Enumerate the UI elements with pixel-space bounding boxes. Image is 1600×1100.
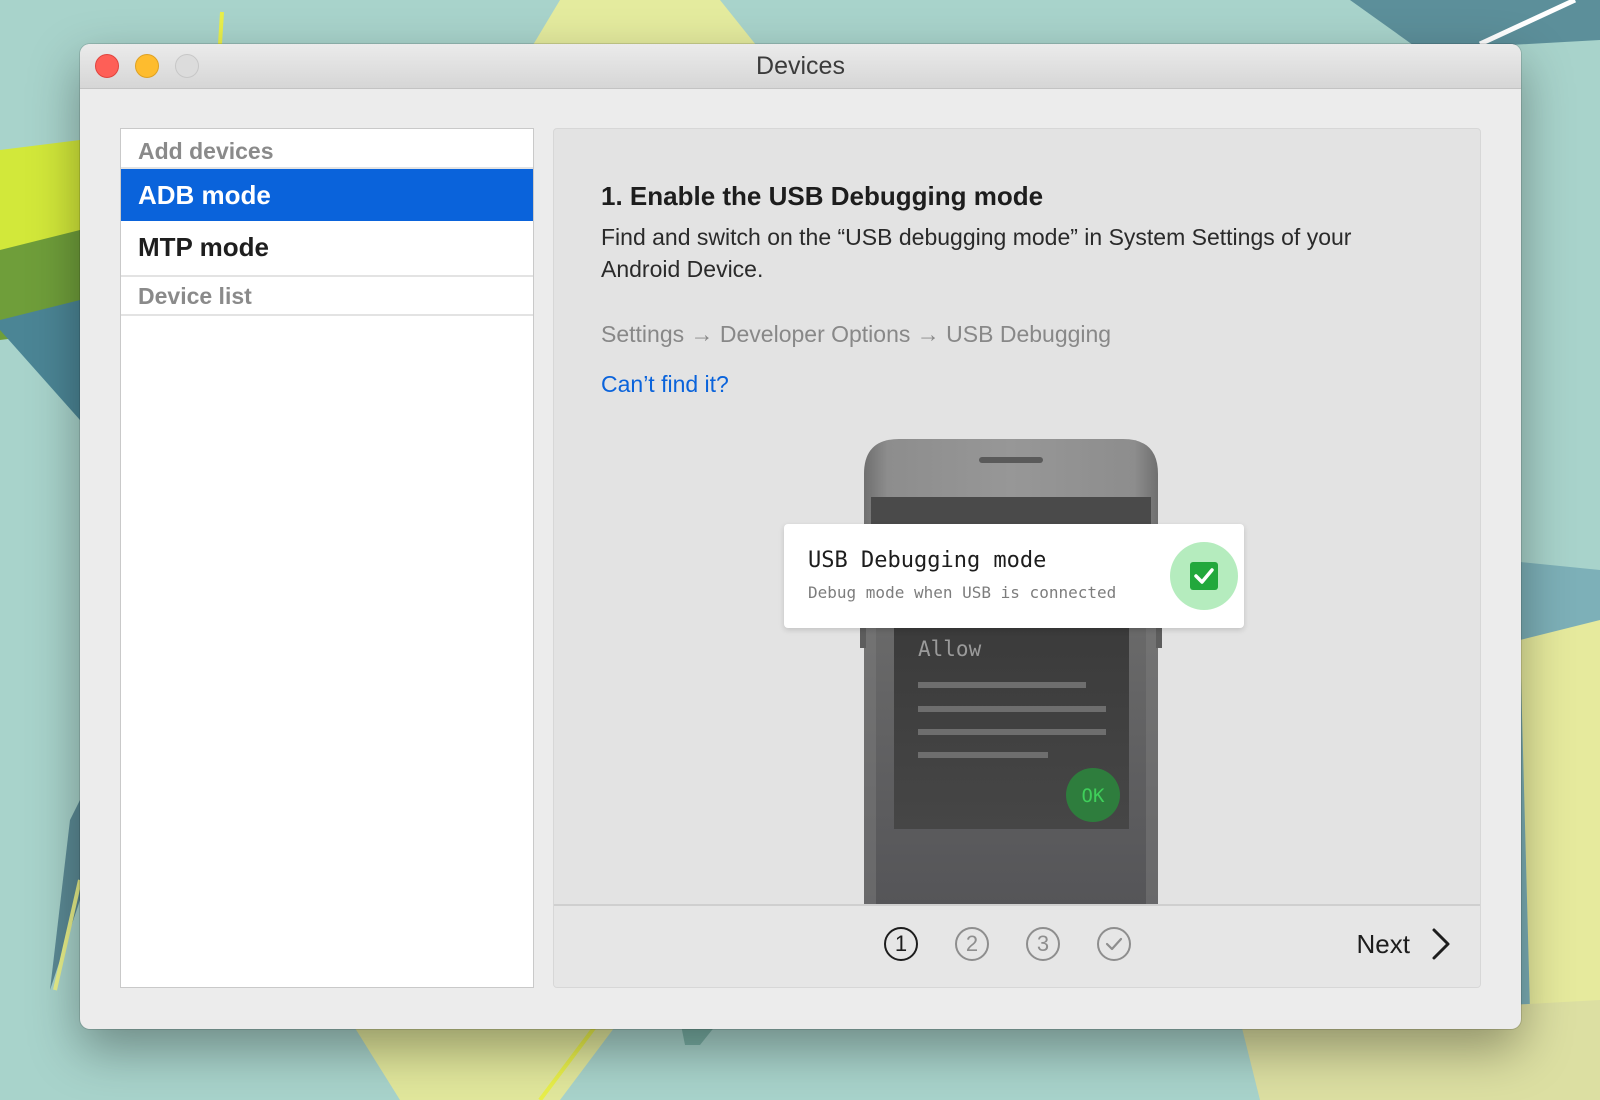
window-title: Devices: [756, 52, 845, 80]
next-button-label: Next: [1356, 929, 1410, 959]
phone-dialog: Allow OK: [894, 609, 1129, 829]
usb-debugging-card: USB Debugging mode Debug mode when USB i…: [784, 524, 1244, 628]
wizard-footer: 1 2 3 Next: [554, 906, 1480, 987]
sidebar: Add devices ADB mode MTP mode Device lis…: [120, 128, 534, 988]
chevron-right-icon: [1432, 928, 1450, 960]
sidebar-item-mtp-mode[interactable]: MTP mode: [121, 221, 533, 277]
title-bar[interactable]: Devices: [80, 44, 1521, 89]
step-indicator-1: 1: [884, 927, 918, 961]
usb-debugging-title: USB Debugging mode: [808, 548, 1047, 573]
usb-debugging-subtitle: Debug mode when USB is connected: [808, 583, 1117, 602]
sidebar-section-header-add-devices: Add devices: [121, 129, 533, 169]
step-indicator-2: 2: [955, 927, 989, 961]
main-content-panel: 1. Enable the USB Debugging mode Find an…: [553, 128, 1481, 988]
dialog-title: Allow: [918, 637, 982, 661]
step-indicator-3: 3: [1026, 927, 1060, 961]
sidebar-section-header-device-list: Device list: [121, 277, 533, 316]
next-button[interactable]: Next: [1357, 922, 1452, 966]
step-indicator-done-icon: [1097, 927, 1131, 961]
dialog-ok-button: OK: [1082, 785, 1105, 807]
check-icon: [1170, 542, 1238, 610]
sidebar-item-adb-mode[interactable]: ADB mode: [121, 169, 533, 221]
devices-window: Devices Add devices ADB mode MTP mode De…: [80, 44, 1521, 1029]
